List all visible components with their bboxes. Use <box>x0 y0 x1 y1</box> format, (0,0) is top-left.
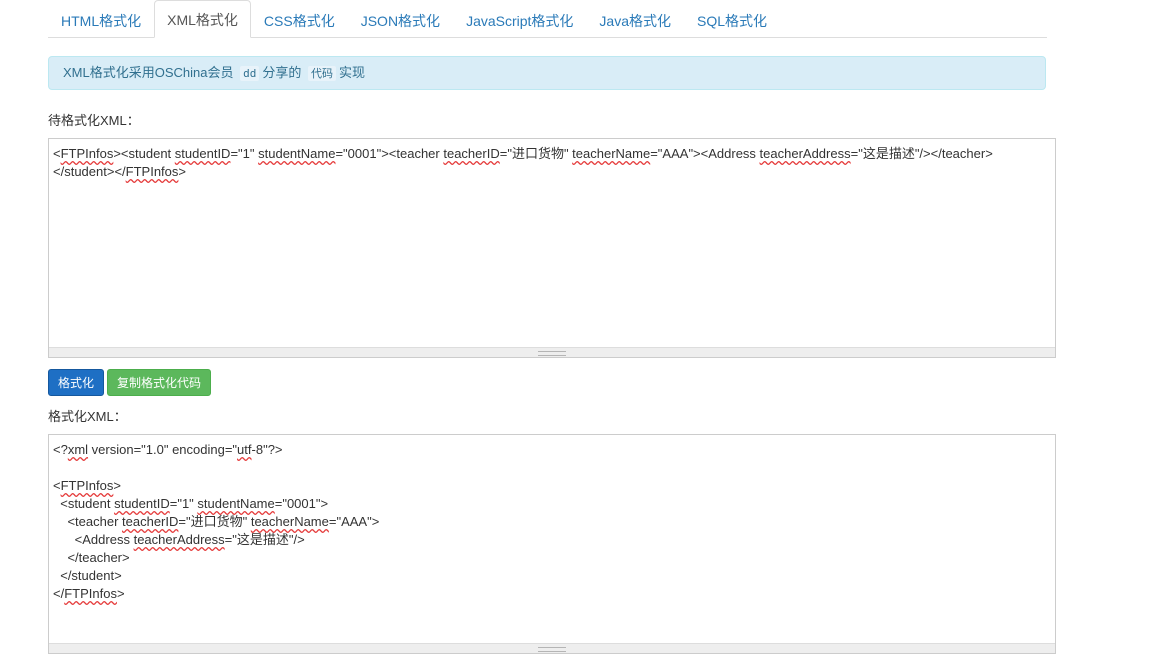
output-resize-handle[interactable] <box>49 643 1055 653</box>
xml-input-textarea[interactable]: <FTPInfos><student studentID="1" student… <box>48 138 1056 358</box>
output-label: 格式化XML： <box>48 409 127 424</box>
tab-json[interactable]: JSON格式化 <box>348 1 453 38</box>
notice-user: dd <box>240 66 260 81</box>
tab-xml[interactable]: XML格式化 <box>154 0 251 38</box>
tab-html[interactable]: HTML格式化 <box>48 1 154 38</box>
notice-prefix: XML格式化采用OSChina会员 <box>63 65 234 80</box>
grip-icon <box>538 647 566 652</box>
xml-input-content[interactable]: <FTPInfos><student studentID="1" student… <box>49 139 1055 187</box>
notice-suffix: 实现 <box>339 65 366 80</box>
input-label: 待格式化XML： <box>48 113 140 128</box>
notice-code-word: 代码 <box>308 66 336 81</box>
notice-middle: 分享的 <box>262 65 302 80</box>
format-type-tabs: HTML格式化 XML格式化 CSS格式化 JSON格式化 JavaScript… <box>48 0 1047 38</box>
xml-output-textarea[interactable]: <?xml version="1.0" encoding="utf-8"?> <… <box>48 434 1056 654</box>
tab-java[interactable]: Java格式化 <box>586 1 684 38</box>
copy-formatted-button[interactable]: 复制格式化代码 <box>107 369 211 396</box>
tab-css[interactable]: CSS格式化 <box>251 1 348 38</box>
xml-output-content[interactable]: <?xml version="1.0" encoding="utf-8"?> <… <box>49 435 1055 609</box>
grip-icon <box>538 351 566 356</box>
tab-javascript[interactable]: JavaScript格式化 <box>453 1 586 38</box>
format-button[interactable]: 格式化 <box>48 369 104 396</box>
info-notice: XML格式化采用OSChina会员 dd 分享的 代码 实现 <box>48 56 1046 90</box>
input-resize-handle[interactable] <box>49 347 1055 357</box>
tab-sql[interactable]: SQL格式化 <box>684 1 780 38</box>
